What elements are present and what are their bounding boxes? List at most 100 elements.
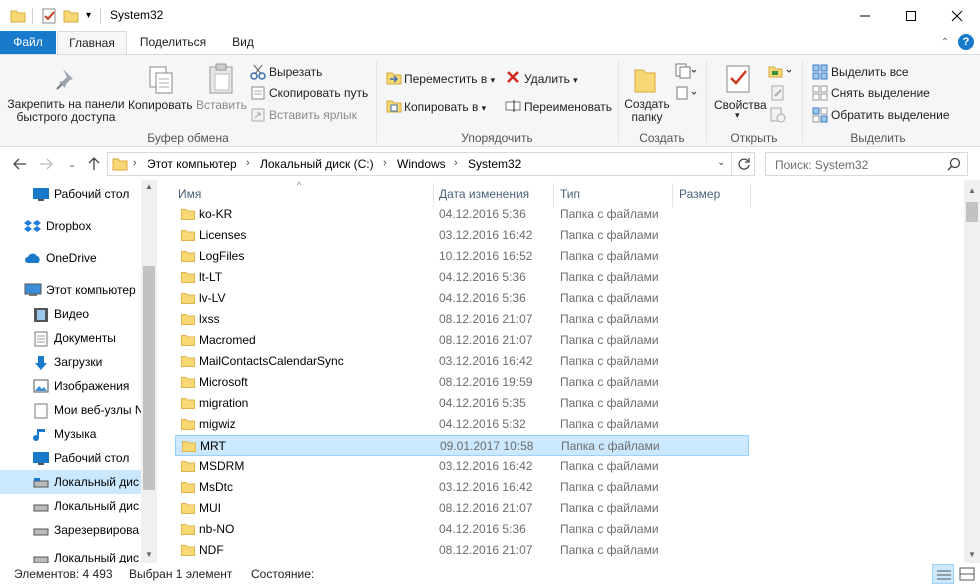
- file-row[interactable]: MRT 09.01.2017 10:58 Папка с файлами: [175, 435, 749, 456]
- help-icon[interactable]: ?: [958, 34, 974, 50]
- properties-icon[interactable]: [41, 8, 57, 27]
- nav-item-local-disk-c[interactable]: Локальный дис: [0, 470, 141, 494]
- paste-shortcut-button[interactable]: Вставить ярлык: [269, 108, 357, 122]
- move-to-button[interactable]: Переместить в ▾: [404, 72, 495, 86]
- breadcrumb-this-pc[interactable]: Этот компьютер: [147, 157, 237, 171]
- column-header-type[interactable]: Тип: [560, 187, 580, 201]
- customize-toolbar-icon[interactable]: ▾: [86, 10, 91, 21]
- tab-home[interactable]: Главная: [57, 31, 127, 55]
- file-list-scrollbar[interactable]: ▲ ▼: [964, 180, 980, 563]
- tab-share[interactable]: Поделиться: [134, 31, 212, 54]
- file-type: Папка с файлами: [560, 354, 659, 368]
- file-row[interactable]: ko-KR 04.12.2016 5:36 Папка с файлами: [175, 204, 749, 225]
- address-dropdown-icon[interactable]: ⌄: [717, 157, 725, 168]
- nav-item-web-folders[interactable]: Мои веб-узлы N: [0, 398, 141, 422]
- nav-item-desktop-2[interactable]: Рабочий стол: [0, 446, 141, 470]
- file-row[interactable]: lxss 08.12.2016 21:07 Папка с файлами: [175, 309, 749, 330]
- file-list-scroll-thumb[interactable]: [966, 202, 978, 222]
- nav-scrollbar[interactable]: ▲ ▼: [141, 180, 157, 563]
- new-folder-button[interactable]: Создать папку: [620, 98, 674, 124]
- minimize-icon: [860, 15, 870, 16]
- file-row[interactable]: Macromed 08.12.2016 21:07 Папка с файлами: [175, 330, 749, 351]
- file-row[interactable]: MailContactsCalendarSync 03.12.2016 16:42…: [175, 351, 749, 372]
- breadcrumb-separator-icon[interactable]: ›: [133, 157, 137, 169]
- rename-button[interactable]: Переименовать: [524, 100, 612, 114]
- address-bar[interactable]: › Этот компьютер › Локальный диск (C:) ›…: [107, 152, 755, 176]
- new-folder-icon[interactable]: [63, 8, 79, 27]
- refresh-icon[interactable]: [737, 157, 751, 174]
- copy-button[interactable]: Копировать: [128, 98, 193, 112]
- details-view-button[interactable]: [932, 564, 954, 584]
- file-row[interactable]: Licenses 03.12.2016 16:42 Папка с файлами: [175, 225, 749, 246]
- tab-file[interactable]: Файл: [0, 31, 56, 54]
- open-icon[interactable]: [768, 63, 794, 82]
- nav-item-this-pc[interactable]: Этот компьютер: [0, 278, 141, 302]
- scroll-down-icon[interactable]: ▼: [145, 550, 153, 559]
- copy-path-button[interactable]: Скопировать путь: [269, 86, 368, 100]
- file-name: MailContactsCalendarSync: [199, 354, 344, 368]
- column-header-name[interactable]: Имя: [178, 187, 201, 201]
- status-bar: Элементов: 4 493 Выбран 1 элемент Состоя…: [0, 563, 980, 585]
- tab-view[interactable]: Вид: [222, 31, 264, 54]
- pin-quick-access-button[interactable]: Закрепить на панели быстрого доступа: [4, 98, 128, 124]
- scroll-up-icon[interactable]: ▲: [968, 186, 976, 195]
- file-row[interactable]: MSDRM 03.12.2016 16:42 Папка с файлами: [175, 456, 749, 477]
- nav-item-downloads[interactable]: Загрузки: [0, 350, 141, 374]
- select-all-button[interactable]: Выделить все: [831, 65, 909, 79]
- breadcrumb-windows[interactable]: Windows: [397, 157, 446, 171]
- paste-button[interactable]: Вставить: [196, 98, 247, 112]
- nav-item-video[interactable]: Видео: [0, 302, 141, 326]
- new-item-icon[interactable]: [675, 63, 697, 82]
- invert-selection-button[interactable]: Обратить выделение: [831, 108, 950, 122]
- column-header-size[interactable]: Размер: [679, 187, 720, 201]
- copy-to-button[interactable]: Копировать в ▾: [404, 100, 486, 114]
- nav-item-pictures[interactable]: Изображения: [0, 374, 141, 398]
- easy-access-icon[interactable]: [675, 85, 697, 104]
- dropdown-arrow-icon[interactable]: ▾: [735, 110, 740, 121]
- close-button[interactable]: [934, 0, 980, 31]
- file-row[interactable]: lt-LT 04.12.2016 5:36 Папка с файлами: [175, 267, 749, 288]
- breadcrumb-local-disk[interactable]: Локальный диск (C:): [260, 157, 374, 171]
- breadcrumb-separator-icon[interactable]: ›: [246, 157, 250, 169]
- delete-button[interactable]: Удалить ▾: [524, 72, 578, 86]
- column-divider[interactable]: [750, 183, 751, 207]
- properties-button[interactable]: Свойства: [714, 98, 767, 112]
- search-box[interactable]: Поиск: System32: [765, 152, 968, 176]
- minimize-button[interactable]: [842, 0, 888, 31]
- maximize-button[interactable]: [888, 0, 934, 31]
- up-button[interactable]: [84, 154, 104, 174]
- nav-scroll-thumb[interactable]: [143, 266, 155, 490]
- nav-item-onedrive[interactable]: OneDrive: [0, 246, 141, 270]
- nav-item-music[interactable]: Музыка: [0, 422, 141, 446]
- history-icon[interactable]: [770, 107, 786, 126]
- file-row[interactable]: migwiz 04.12.2016 5:32 Папка с файлами: [175, 414, 749, 435]
- back-button[interactable]: [10, 154, 30, 174]
- nav-item-documents[interactable]: Документы: [0, 326, 141, 350]
- cut-button[interactable]: Вырезать: [269, 65, 322, 79]
- forward-button[interactable]: [36, 154, 56, 174]
- file-row[interactable]: nb-NO 04.12.2016 5:36 Папка с файлами: [175, 519, 749, 540]
- file-row[interactable]: LogFiles 10.12.2016 16:52 Папка с файлами: [175, 246, 749, 267]
- nav-item-local-disk-d[interactable]: Локальный дис: [0, 494, 141, 518]
- nav-item-reserved[interactable]: Зарезервирова: [0, 518, 141, 542]
- file-row[interactable]: MsDtc 03.12.2016 16:42 Папка с файлами: [175, 477, 749, 498]
- large-icons-view-button[interactable]: [957, 564, 977, 584]
- nav-item-local-disk-e[interactable]: Локальный дис: [0, 546, 141, 563]
- collapse-ribbon-icon[interactable]: ⌃: [937, 31, 953, 54]
- edit-icon[interactable]: [770, 85, 786, 104]
- column-header-date[interactable]: Дата изменения: [439, 187, 529, 201]
- file-row[interactable]: MUI 08.12.2016 21:07 Папка с файлами: [175, 498, 749, 519]
- file-row[interactable]: Microsoft 08.12.2016 19:59 Папка с файлами: [175, 372, 749, 393]
- breadcrumb-separator-icon[interactable]: ›: [454, 157, 458, 169]
- file-row[interactable]: NDF 08.12.2016 21:07 Папка с файлами: [175, 540, 749, 561]
- file-row[interactable]: lv-LV 04.12.2016 5:36 Папка с файлами: [175, 288, 749, 309]
- scroll-up-icon[interactable]: ▲: [145, 182, 153, 191]
- recent-locations-icon[interactable]: ⌄: [62, 154, 82, 174]
- breadcrumb-system32[interactable]: System32: [468, 157, 521, 171]
- nav-item-dropbox[interactable]: Dropbox: [0, 214, 141, 238]
- breadcrumb-separator-icon[interactable]: ›: [383, 157, 387, 169]
- nav-item-desktop[interactable]: Рабочий стол: [0, 182, 141, 206]
- file-row[interactable]: migration 04.12.2016 5:35 Папка с файлами: [175, 393, 749, 414]
- scroll-down-icon[interactable]: ▼: [968, 550, 976, 559]
- select-none-button[interactable]: Снять выделение: [831, 86, 930, 100]
